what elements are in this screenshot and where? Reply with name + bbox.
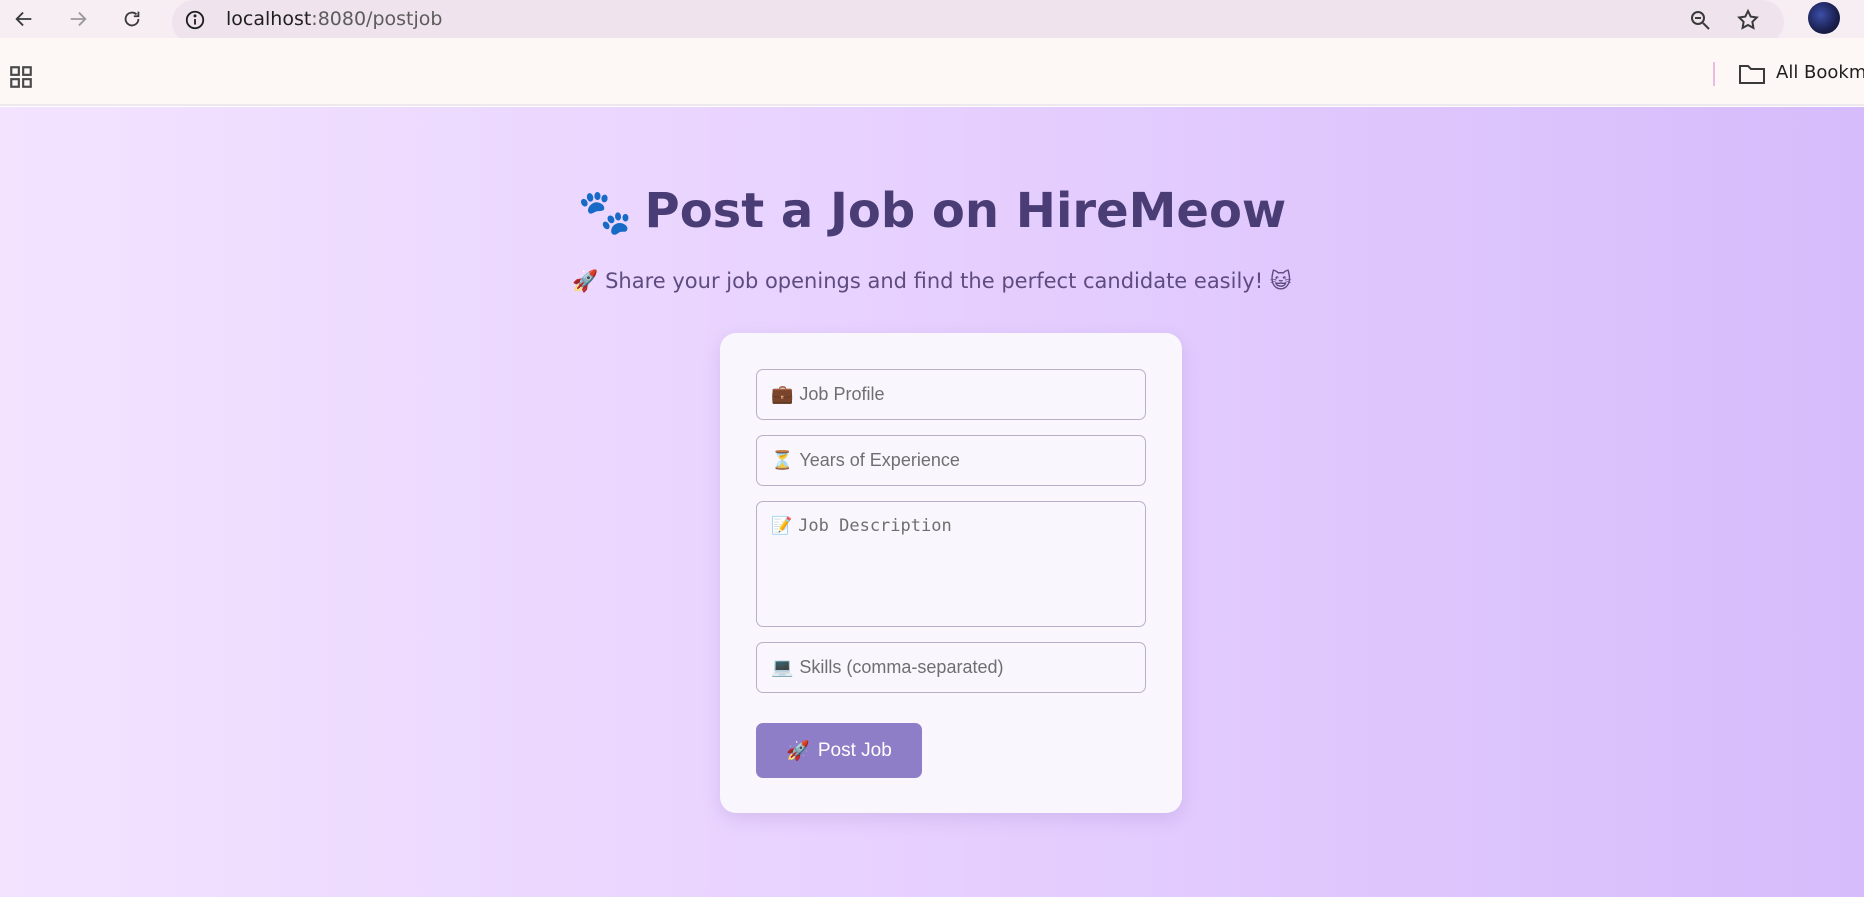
page-background: 🐾 Post a Job on HireMeow 🚀 Share your job… [0,107,1864,897]
arrow-right-icon [70,11,87,27]
paw-icon: 🐾 [577,187,633,238]
memo-icon: 📝 [771,516,793,536]
post-job-label: Post Job [817,739,892,761]
job-description-textarea[interactable]: 📝 Job Description [756,501,1146,627]
bookmarks-separator [1713,62,1715,86]
briefcase-icon: 💼 [771,384,794,404]
site-info-icon[interactable] [182,7,208,33]
job-description-placeholder: Job Description [798,516,952,536]
skills-input[interactable]: 💻 Skills (comma-separated) [756,642,1146,693]
hourglass-icon: ⏳ [771,450,794,470]
reload-icon [124,11,140,27]
laptop-icon: 💻 [771,657,794,677]
post-job-button[interactable]: 🚀 Post Job [756,723,922,778]
arrow-left-icon [15,11,32,27]
browser-toolbar: localhost:8080/postjob [0,0,1864,44]
job-profile-placeholder: Job Profile [799,384,885,404]
bookmark-star-icon[interactable] [1734,6,1762,34]
experience-input[interactable]: ⏳ Years of Experience [756,435,1146,486]
job-profile-input[interactable]: 💼 Job Profile [756,369,1146,420]
bookmarks-bar: All Bookma [0,38,1864,106]
url-host: localhost [226,8,312,30]
experience-placeholder: Years of Experience [799,450,960,470]
skills-placeholder: Skills (comma-separated) [799,657,1004,677]
forward-button[interactable] [62,3,94,35]
page-title-text: Post a Job on HireMeow [644,183,1287,239]
reload-button[interactable] [116,3,148,35]
folder-icon [1739,65,1765,84]
url-path: :8080/postjob [311,8,443,30]
url-text: localhost:8080/postjob [226,8,442,30]
all-bookmarks-link[interactable]: All Bookma [1776,62,1864,83]
page-subtitle: 🚀 Share your job openings and find the p… [572,269,1292,293]
apps-grid-icon[interactable] [8,64,34,90]
back-button[interactable] [8,3,40,35]
zoom-icon[interactable] [1686,6,1714,34]
page-title: 🐾 Post a Job on HireMeow [0,183,1864,239]
rocket-icon: 🚀 [786,740,810,762]
post-job-form: 💼 Job Profile ⏳ Years of Experience 📝 Job D… [720,333,1182,813]
profile-avatar[interactable] [1808,2,1840,34]
